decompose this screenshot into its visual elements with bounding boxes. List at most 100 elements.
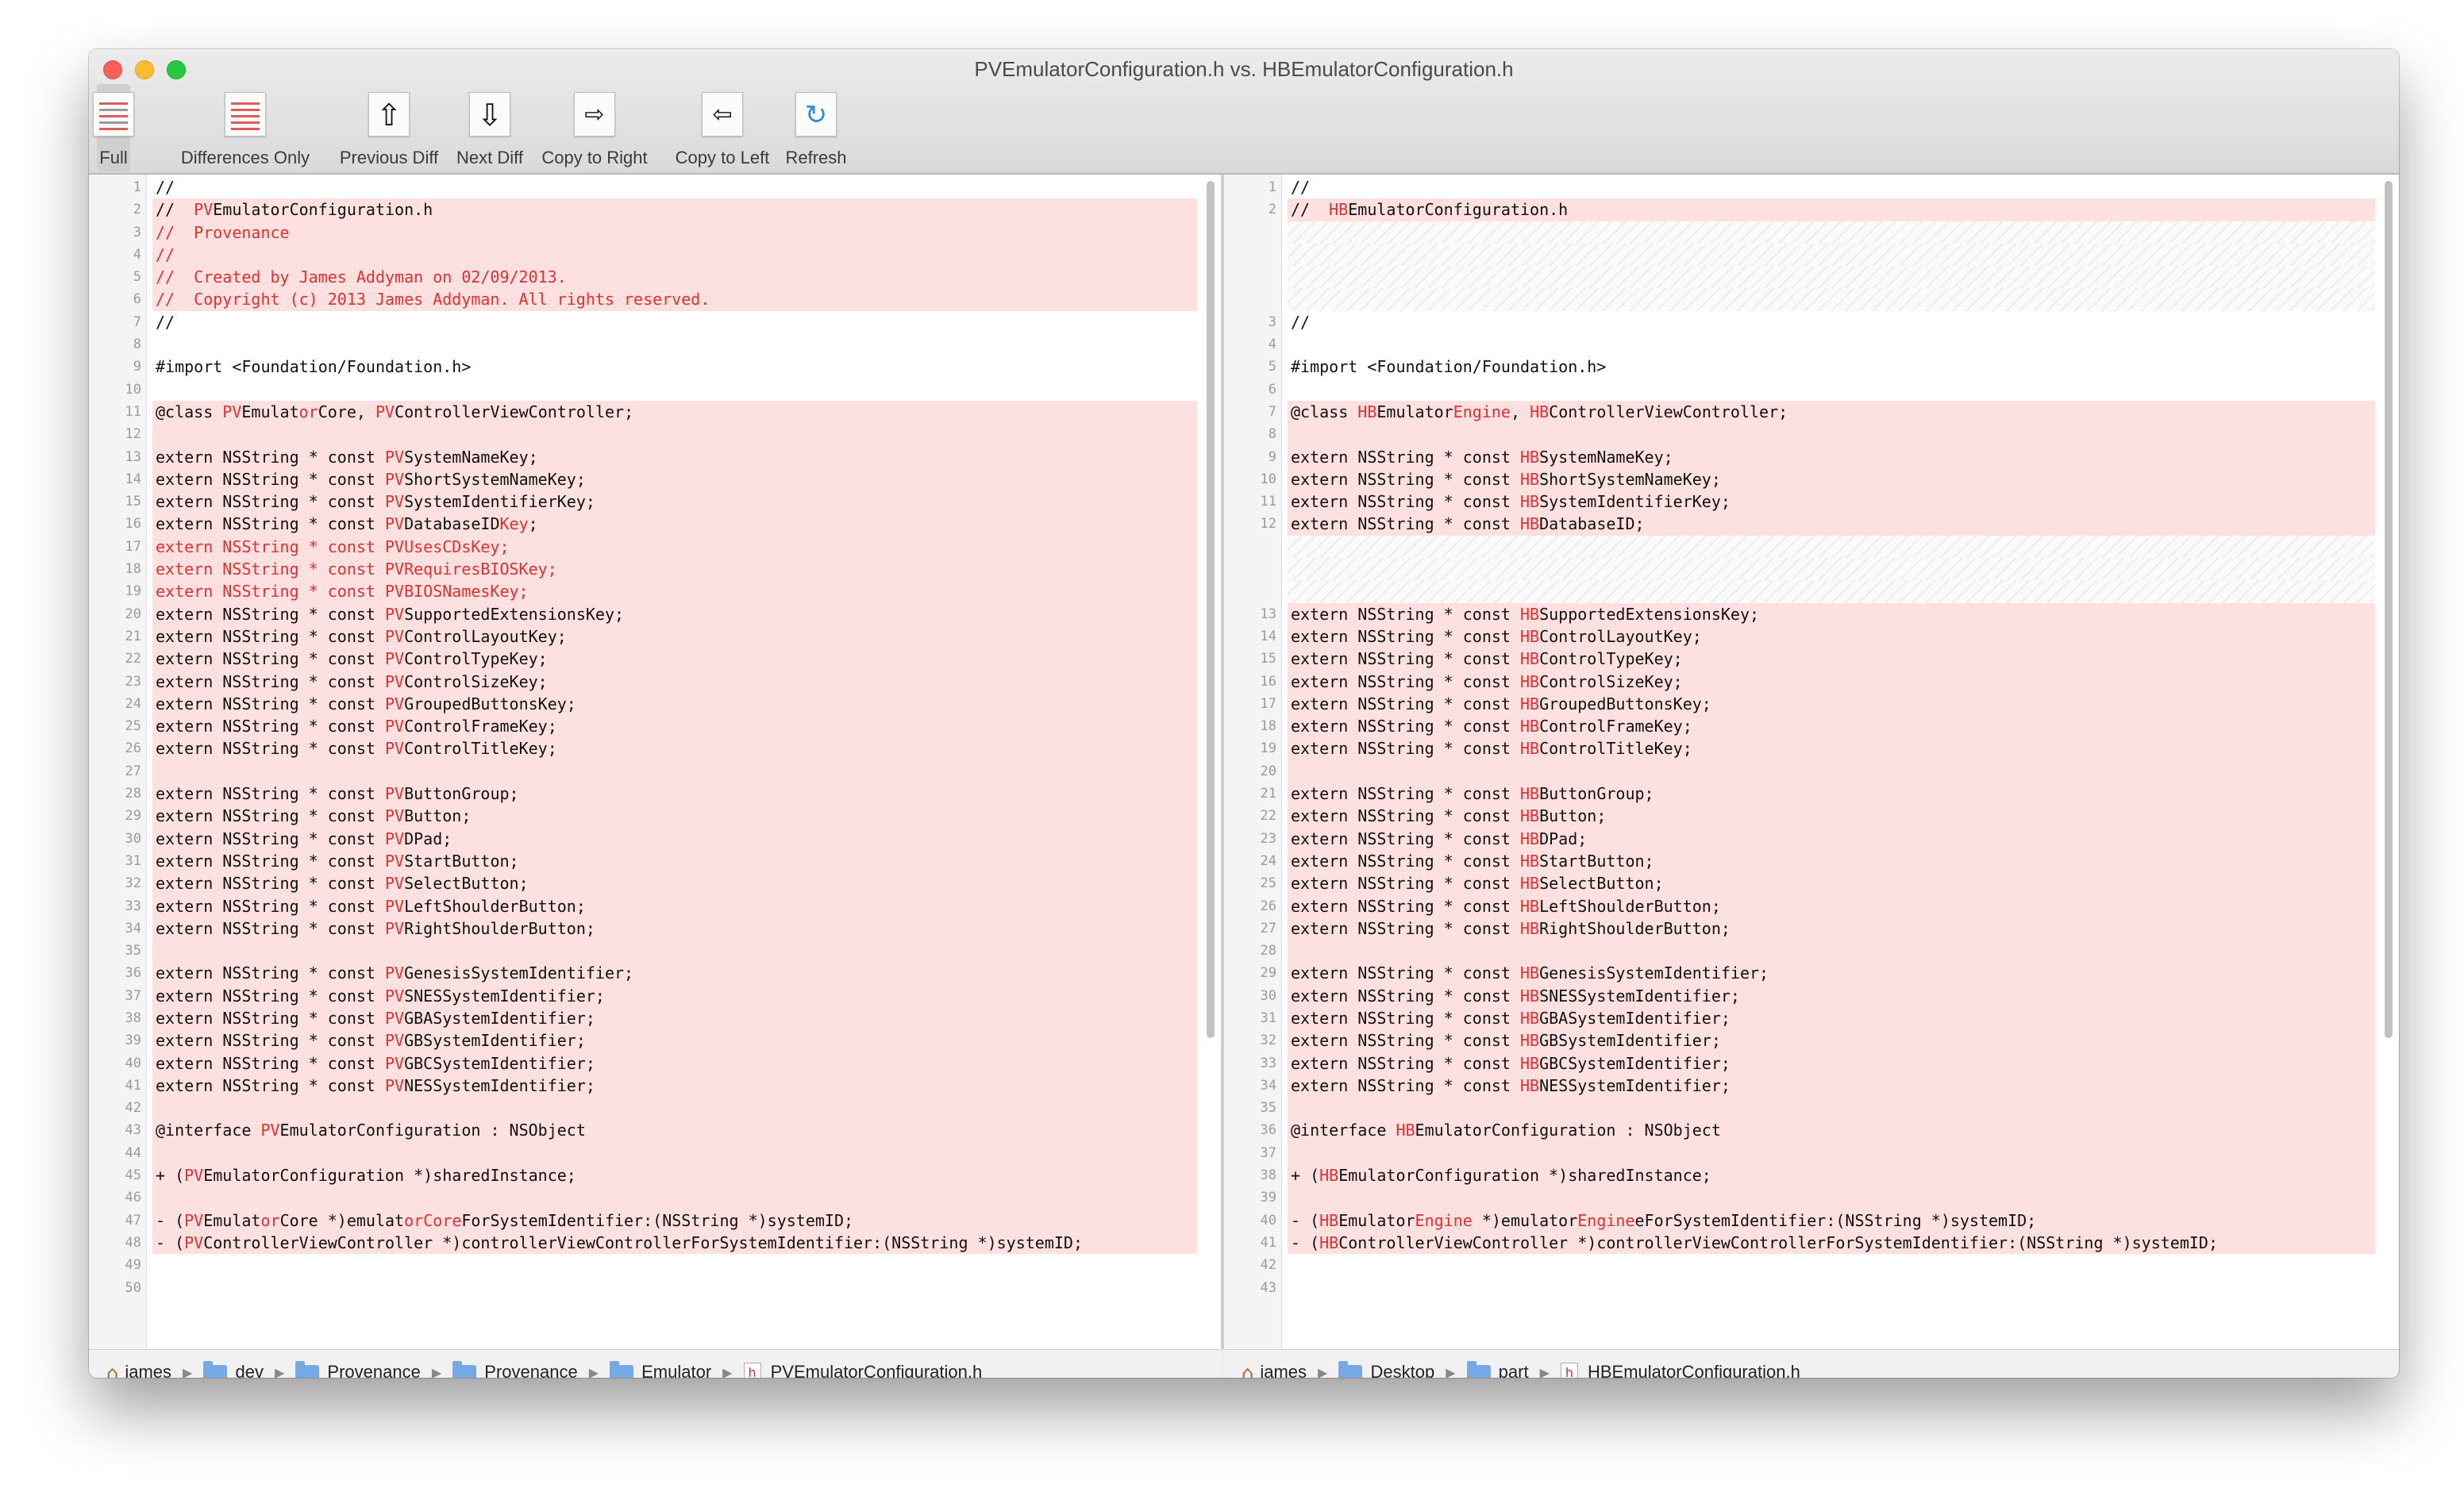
code-text[interactable]: [1288, 1097, 2375, 1120]
code-line[interactable]: 39 extern NSString * const PVGBSystemIden…: [89, 1029, 1197, 1052]
code-text[interactable]: //: [152, 311, 1197, 333]
left-scroll-thumb[interactable]: [1207, 181, 1215, 1038]
code-line[interactable]: 39: [1224, 1186, 2375, 1209]
code-line[interactable]: 17 extern NSString * const PVUsesCDsKey;: [89, 535, 1197, 559]
code-text[interactable]: extern NSString * const PVSelectButton;: [152, 872, 1197, 895]
code-line[interactable]: 7 @class HBEmulatorEngine, HBControllerVi…: [1224, 400, 2375, 424]
code-line[interactable]: 3 //: [1224, 311, 2375, 333]
code-line[interactable]: 49: [89, 1254, 1197, 1276]
code-text[interactable]: [152, 1186, 1197, 1209]
code-text[interactable]: extern NSString * const PVControlTitleKe…: [152, 737, 1197, 760]
code-text[interactable]: extern NSString * const HBStartButton;: [1288, 849, 2375, 873]
code-line[interactable]: 16 extern NSString * const HBControlSizeK…: [1224, 670, 2375, 693]
code-line[interactable]: 19 extern NSString * const PVBIOSNamesKey…: [89, 580, 1197, 603]
code-text[interactable]: extern NSString * const HBNESSystemIdent…: [1288, 1074, 2375, 1098]
code-text[interactable]: [1288, 1141, 2375, 1165]
code-line[interactable]: 10 extern NSString * const HBShortSystemN…: [1224, 467, 2375, 491]
code-text[interactable]: #import <Foundation/Foundation.h>: [1288, 356, 2375, 378]
code-line[interactable]: 9 #import <Foundation/Foundation.h>: [89, 356, 1197, 378]
code-line[interactable]: 12: [89, 423, 1197, 446]
code-line[interactable]: 9 extern NSString * const HBSystemNameKey…: [1224, 445, 2375, 468]
code-line[interactable]: 31 extern NSString * const HBGBASystemIde…: [1224, 1006, 2375, 1030]
code-line[interactable]: 26 extern NSString * const HBLeftShoulder…: [1224, 894, 2375, 917]
code-text[interactable]: [152, 379, 1197, 401]
code-line[interactable]: 4 //: [89, 243, 1197, 267]
code-line[interactable]: 40 extern NSString * const PVGBCSystemIde…: [89, 1052, 1197, 1075]
code-line[interactable]: 36 extern NSString * const PVGenesisSyste…: [89, 962, 1197, 985]
code-line[interactable]: 18 extern NSString * const HBControlFrame…: [1224, 715, 2375, 738]
code-line[interactable]: 38 extern NSString * const PVGBASystemIde…: [89, 1006, 1197, 1030]
code-text[interactable]: @class PVEmulatorCore, PVControllerViewC…: [152, 400, 1197, 424]
code-line[interactable]: 8: [1224, 423, 2375, 446]
code-text[interactable]: - (HBEmulatorEngine *)emulatorEngineeFor…: [1288, 1209, 2375, 1232]
code-line[interactable]: 8: [89, 333, 1197, 356]
code-line[interactable]: 22 extern NSString * const HBButton;: [1224, 805, 2375, 828]
code-text[interactable]: + (PVEmulatorConfiguration *)sharedInsta…: [152, 1164, 1197, 1187]
code-line[interactable]: 14 extern NSString * const HBControlLayou…: [1224, 625, 2375, 648]
right-editor-pane[interactable]: 1//2// HBEmulatorConfiguration.h 3//4 5 #im…: [1224, 175, 2399, 1349]
code-text[interactable]: extern NSString * const PVUsesCDsKey;: [152, 535, 1197, 559]
diff-gap-row[interactable]: [1224, 288, 2375, 311]
code-text[interactable]: [1288, 266, 2375, 289]
code-line[interactable]: 27 extern NSString * const HBRightShoulde…: [1224, 917, 2375, 940]
code-text[interactable]: - (HBControllerViewController *)controll…: [1288, 1231, 2375, 1255]
code-text[interactable]: //: [1288, 311, 2375, 333]
code-text[interactable]: [152, 423, 1197, 446]
code-text[interactable]: extern NSString * const PVRequiresBIOSKe…: [152, 558, 1197, 581]
code-text[interactable]: extern NSString * const HBButton;: [1288, 805, 2375, 828]
code-text[interactable]: extern NSString * const PVSystemNameKey;: [152, 445, 1197, 468]
code-line[interactable]: 22 extern NSString * const PVControlTypeK…: [89, 648, 1197, 671]
code-line[interactable]: 40- (HBEmulatorEngine *)emulatorEngineeF…: [1224, 1209, 2375, 1232]
left-editor-pane[interactable]: 1//2// PVEmulatorConfiguration.h 3// Prov…: [89, 175, 1221, 1349]
code-text[interactable]: [152, 940, 1197, 963]
diff-gap-row[interactable]: [1224, 221, 2375, 244]
code-text[interactable]: extern NSString * const PVShortSystemNam…: [152, 467, 1197, 491]
code-text[interactable]: extern NSString * const HBControlFrameKe…: [1288, 715, 2375, 738]
code-line[interactable]: 11 @class PVEmulatorCore, PVControllerVie…: [89, 400, 1197, 424]
path-crumb-home[interactable]: ⌂ james: [1242, 1351, 1307, 1378]
code-line[interactable]: 30 extern NSString * const PVDPad;: [89, 827, 1197, 850]
path-crumb-folder[interactable]: dev: [203, 1351, 264, 1378]
right-vertical-scrollbar[interactable]: [2383, 181, 2394, 1054]
code-line[interactable]: 41 extern NSString * const PVNESSystemIde…: [89, 1074, 1197, 1098]
code-text[interactable]: [1288, 558, 2375, 581]
code-line[interactable]: 11 extern NSString * const HBSystemIdenti…: [1224, 490, 2375, 513]
code-text[interactable]: [1288, 535, 2375, 559]
code-line[interactable]: 45 + (PVEmulatorConfiguration *)sharedIns…: [89, 1164, 1197, 1187]
code-line[interactable]: 23 extern NSString * const PVControlSizeK…: [89, 670, 1197, 693]
code-text[interactable]: @interface PVEmulatorConfiguration : NSO…: [152, 1119, 1197, 1142]
code-line[interactable]: 6: [1224, 379, 2375, 401]
code-text[interactable]: extern NSString * const PVButtonGroup;: [152, 783, 1197, 806]
code-text[interactable]: extern NSString * const PVButton;: [152, 805, 1197, 828]
code-line[interactable]: 25 extern NSString * const HBSelectButton…: [1224, 872, 2375, 895]
code-line[interactable]: 5 // Created by James Addyman on 02/09/20…: [89, 266, 1197, 289]
diff-gap-row[interactable]: [1224, 243, 2375, 267]
next-diff-button[interactable]: ⇩ Next Diff: [443, 84, 537, 171]
code-text[interactable]: [152, 1141, 1197, 1165]
code-line[interactable]: 17 extern NSString * const HBGroupedButto…: [1224, 692, 2375, 716]
refresh-button[interactable]: ↻ Refresh: [778, 84, 854, 171]
code-text[interactable]: extern NSString * const HBDatabaseID;: [1288, 513, 2375, 536]
code-line[interactable]: 6 // Copyright (c) 2013 James Addyman. Al…: [89, 288, 1197, 311]
code-line[interactable]: 31 extern NSString * const PVStartButton;: [89, 849, 1197, 873]
code-line[interactable]: 24 extern NSString * const HBStartButton;: [1224, 849, 2375, 873]
code-text[interactable]: [1288, 221, 2375, 244]
code-line[interactable]: 2 // HBEmulatorConfiguration.h: [1224, 198, 2375, 221]
code-text[interactable]: @interface HBEmulatorConfiguration : NSO…: [1288, 1119, 2375, 1142]
code-line[interactable]: 15 extern NSString * const HBControlTypeK…: [1224, 648, 2375, 671]
code-text[interactable]: // Provenance: [152, 221, 1197, 244]
code-text[interactable]: extern NSString * const HBSystemNameKey;: [1288, 445, 2375, 468]
code-line[interactable]: 29 extern NSString * const HBGenesisSyste…: [1224, 962, 2375, 985]
code-line[interactable]: 12 extern NSString * const HBDatabaseID;: [1224, 513, 2375, 536]
code-line[interactable]: 7 //: [89, 311, 1197, 333]
code-text[interactable]: extern NSString * const PVStartButton;: [152, 849, 1197, 873]
code-line[interactable]: 37: [1224, 1141, 2375, 1165]
code-text[interactable]: extern NSString * const PVControlFrameKe…: [152, 715, 1197, 738]
code-text[interactable]: extern NSString * const HBSupportedExten…: [1288, 602, 2375, 625]
code-text[interactable]: [1288, 423, 2375, 446]
code-line[interactable]: 32 extern NSString * const HBGBSystemIden…: [1224, 1029, 2375, 1052]
code-line[interactable]: 46: [89, 1186, 1197, 1209]
path-crumb-file[interactable]: h HBEmulatorConfiguration.h: [1561, 1351, 1800, 1378]
code-line[interactable]: 36 @interface HBEmulatorConfiguration : N…: [1224, 1119, 2375, 1142]
code-text[interactable]: extern NSString * const HBControlLayoutK…: [1288, 625, 2375, 648]
